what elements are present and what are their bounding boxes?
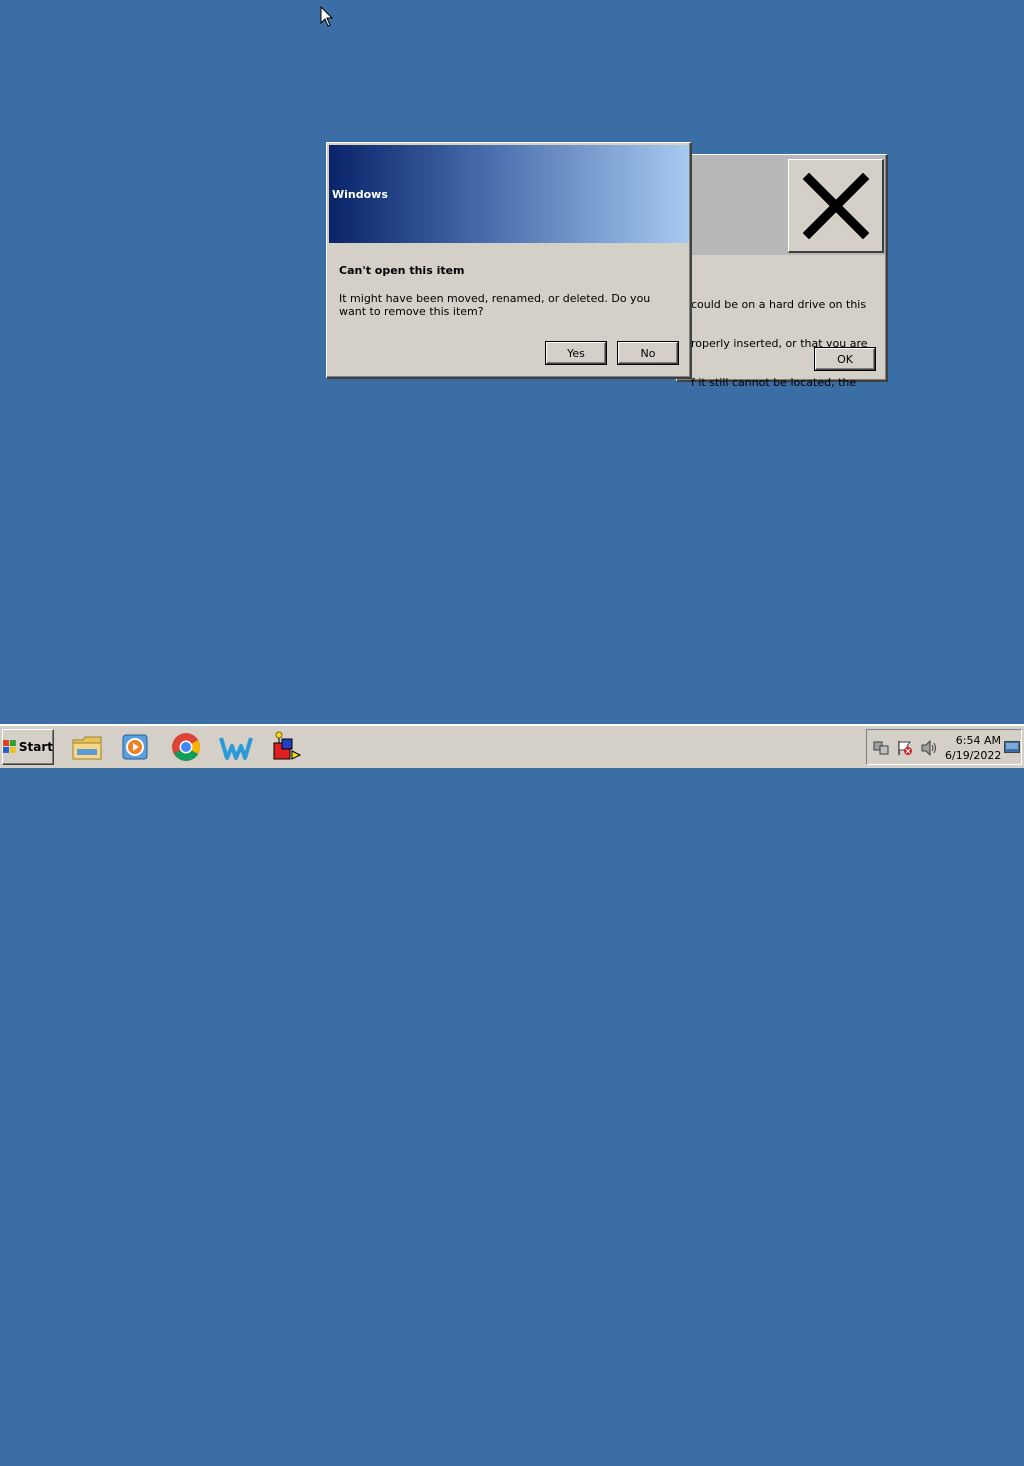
chrome-icon[interactable] <box>169 731 203 763</box>
mouse-cursor-icon <box>320 6 334 27</box>
back-dialog-message: could be on a hard drive on this roperly… <box>691 272 881 415</box>
media-player-icon[interactable] <box>118 731 152 763</box>
desktop: could be on a hard drive on this roperly… <box>0 0 1024 724</box>
back-message-line: could be on a hard drive on this <box>691 298 867 311</box>
back-error-dialog: could be on a hard drive on this roperly… <box>676 154 888 389</box>
dialog-title-banner: Windows <box>329 145 689 243</box>
taskbar-clock[interactable]: 6:54 AM 6/19/2022 <box>945 733 1001 763</box>
yes-button[interactable]: Yes <box>546 342 606 364</box>
volume-icon[interactable] <box>920 740 938 756</box>
system-tray: 6:54 AM 6/19/2022 <box>866 729 1022 765</box>
start-label: Start <box>18 740 53 754</box>
no-button[interactable]: No <box>618 342 678 364</box>
cant-open-item-dialog: Windows Can't open this item It might ha… <box>326 142 692 379</box>
w-app-icon[interactable] <box>219 731 253 763</box>
file-explorer-icon[interactable] <box>70 731 104 763</box>
dialog-message: It might have been moved, renamed, or de… <box>339 292 651 318</box>
network-icon[interactable] <box>872 740 890 756</box>
clock-date: 6/19/2022 <box>945 749 1002 762</box>
windows-logo-icon <box>3 740 16 753</box>
dialog-title: Windows <box>332 187 388 201</box>
3d-shapes-app-icon[interactable] <box>270 731 304 763</box>
clock-time: 6:54 AM <box>955 734 1001 747</box>
dialog-heading: Can't open this item <box>339 264 465 277</box>
back-message-line: f it still cannot be located, the <box>691 376 857 389</box>
ok-button[interactable]: OK <box>815 348 875 370</box>
taskbar: Start 6:54 AM 6/19/2022 <box>0 724 1024 768</box>
error-x-icon <box>788 159 884 253</box>
start-button[interactable]: Start <box>2 729 54 765</box>
action-center-flag-icon[interactable] <box>896 740 914 756</box>
show-desktop-icon[interactable] <box>1004 741 1020 753</box>
